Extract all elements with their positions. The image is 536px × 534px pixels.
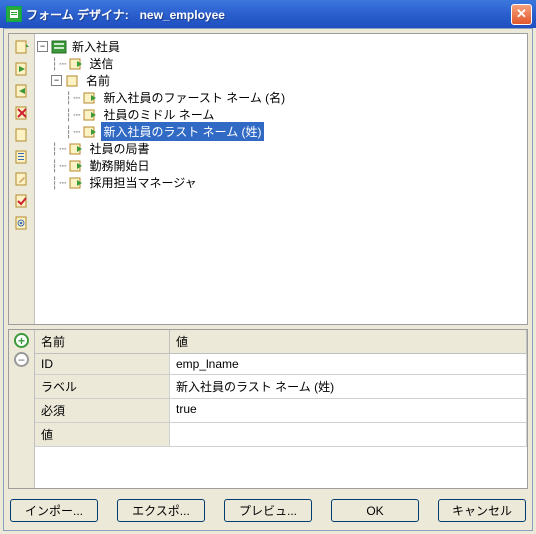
tree-root[interactable]: − 新入社員 xyxy=(37,38,525,55)
tool-blank-icon[interactable] xyxy=(13,126,31,144)
col-name: 名前 xyxy=(35,330,170,353)
properties-table[interactable]: 名前 値 IDemp_lnameラベル新入社員のラスト ネーム (姓)必須tru… xyxy=(35,330,527,488)
tool-new-form-icon[interactable] xyxy=(13,38,31,56)
ok-button[interactable]: OK xyxy=(331,499,419,522)
export-button[interactable]: エクスポ... xyxy=(117,499,205,522)
tool-play-icon[interactable] xyxy=(13,60,31,78)
tree-item-startdate[interactable]: ┆┄ 勤務開始日 xyxy=(37,157,525,174)
property-row[interactable]: ラベル新入社員のラスト ネーム (姓) xyxy=(35,375,527,399)
property-value[interactable]: true xyxy=(170,399,527,422)
property-value[interactable]: 新入社員のラスト ネーム (姓) xyxy=(170,375,527,398)
form-icon xyxy=(51,39,67,55)
tool-list-icon[interactable] xyxy=(13,148,31,166)
property-value[interactable] xyxy=(170,423,527,446)
field-icon xyxy=(82,107,98,123)
field-icon xyxy=(82,90,98,106)
tree-item-firstname[interactable]: ┆┄ 新入社員のファースト ネーム (名) xyxy=(37,89,525,106)
tool-check-icon[interactable] xyxy=(13,192,31,210)
property-key: ラベル xyxy=(35,375,170,398)
tree-item-manager[interactable]: ┆┄ 採用担当マネージャ xyxy=(37,174,525,191)
property-row[interactable]: 必須true xyxy=(35,399,527,423)
tree-item-send[interactable]: ┆┄ 送信 xyxy=(37,55,525,72)
tool-reverse-icon[interactable] xyxy=(13,82,31,100)
group-icon xyxy=(65,73,81,89)
client-area: − 新入社員 ┆┄ 送信 − 名前 ┆┄ 新入社員のファースト ネーム (名) xyxy=(3,28,533,531)
field-icon xyxy=(68,141,84,157)
vertical-toolbar xyxy=(9,34,35,324)
tool-delete-icon[interactable] xyxy=(13,104,31,122)
collapse-icon[interactable]: − xyxy=(51,75,62,86)
col-value: 値 xyxy=(170,330,527,353)
tool-radio-icon[interactable] xyxy=(13,214,31,232)
import-button[interactable]: インポー... xyxy=(10,499,98,522)
window-title: フォーム デザイナ: new_employee xyxy=(26,6,511,23)
add-property-button[interactable]: + xyxy=(14,333,29,348)
field-icon xyxy=(82,124,98,140)
tree-panel: − 新入社員 ┆┄ 送信 − 名前 ┆┄ 新入社員のファースト ネーム (名) xyxy=(8,33,528,325)
property-key: 必須 xyxy=(35,399,170,422)
app-icon xyxy=(6,6,22,22)
property-key: 値 xyxy=(35,423,170,446)
cancel-button[interactable]: キャンセル xyxy=(438,499,526,522)
field-icon xyxy=(68,175,84,191)
preview-button[interactable]: プレビュ... xyxy=(224,499,312,522)
tree-item-lastname[interactable]: ┆┄ 新入社員のラスト ネーム (姓) xyxy=(37,123,525,140)
collapse-icon[interactable]: − xyxy=(37,41,48,52)
tree-item-name[interactable]: − 名前 xyxy=(37,72,525,89)
properties-toolbar: + − xyxy=(9,330,35,488)
property-row[interactable]: IDemp_lname xyxy=(35,354,527,375)
property-value[interactable]: emp_lname xyxy=(170,354,527,374)
action-icon xyxy=(68,56,84,72)
property-key: ID xyxy=(35,354,170,374)
tool-pencil-icon[interactable] xyxy=(13,170,31,188)
tree-item-department[interactable]: ┆┄ 社員の局書 xyxy=(37,140,525,157)
properties-header: 名前 値 xyxy=(35,330,527,354)
form-tree[interactable]: − 新入社員 ┆┄ 送信 − 名前 ┆┄ 新入社員のファースト ネーム (名) xyxy=(35,34,527,324)
dialog-buttons: インポー... エクスポ... プレビュ... OK キャンセル xyxy=(8,493,528,526)
field-icon xyxy=(68,158,84,174)
properties-panel: + − 名前 値 IDemp_lnameラベル新入社員のラスト ネーム (姓)必… xyxy=(8,329,528,489)
remove-property-button[interactable]: − xyxy=(14,352,29,367)
property-row[interactable]: 値 xyxy=(35,423,527,447)
tree-item-middlename[interactable]: ┆┄ 社員のミドル ネーム xyxy=(37,106,525,123)
titlebar: フォーム デザイナ: new_employee ✕ xyxy=(0,0,536,28)
close-button[interactable]: ✕ xyxy=(511,4,532,25)
